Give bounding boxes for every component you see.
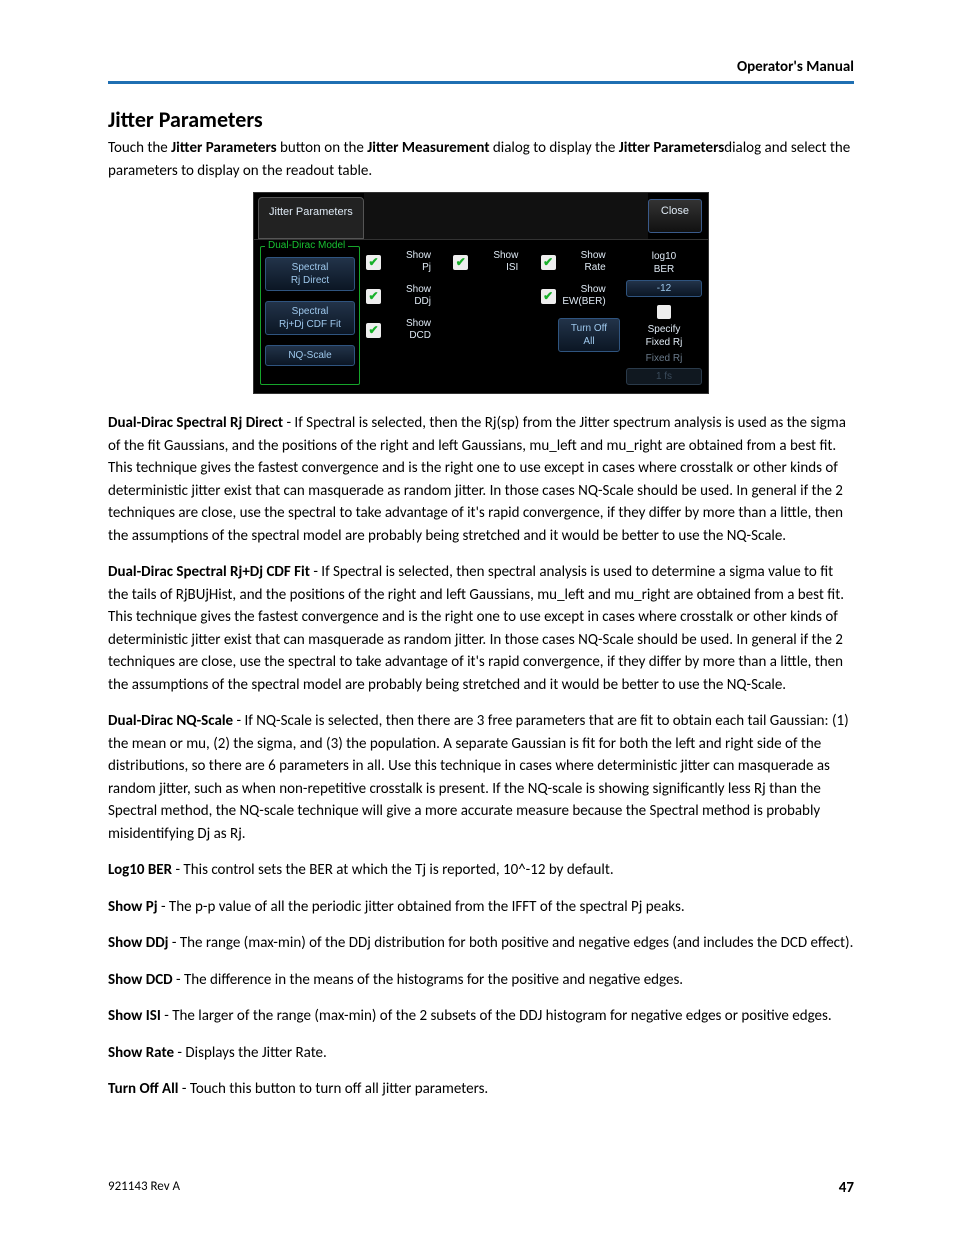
show-dcd-label: ShowDCD [385,318,431,342]
dual-dirac-model-group: Dual-Dirac Model SpectralRj Direct Spect… [260,246,360,385]
log10-ber-value[interactable]: -12 [626,280,702,297]
page-number: 47 [839,1179,854,1197]
intro-paragraph: Touch the Jitter Parameters button on th… [108,137,854,182]
checkmark-icon: ✔ [541,289,556,304]
doc-number: 921143 Rev A [108,1179,180,1197]
para-text: - The larger of the range (max-min) of t… [161,1007,832,1025]
spectral-rj-direct-button[interactable]: SpectralRj Direct [265,257,355,291]
nq-scale-button[interactable]: NQ-Scale [265,345,355,366]
para-text: - If Spectral is selected, then the Rj(s… [108,414,846,545]
para-text: - The range (max-min) of the DDj distrib… [168,934,853,952]
checkmark-icon: ✔ [366,323,381,338]
fixed-rj-label: Fixed Rj [626,353,702,364]
para-text: - This control sets the BER at which the… [172,861,614,879]
show-dcd-checkbox[interactable]: ✔ ShowDCD [366,318,445,342]
intro-bold3: Jitter Parameters [619,139,724,157]
para-heading: Dual-Dirac Spectral Rj Direct [108,414,283,432]
para-heading: Show Pj [108,898,158,916]
intro-text: Touch the [108,139,171,157]
show-isi-label: ShowISI [472,250,518,274]
checkmark-icon: ✔ [366,255,381,270]
para-dual-dirac-nq-scale: Dual-Dirac NQ-Scale - If NQ-Scale is sel… [108,710,854,845]
dialog-screenshot: Jitter Parameters Close Dual-Dirac Model… [108,192,854,394]
para-heading: Log10 BER [108,861,172,879]
para-log10-ber: Log10 BER - This control sets the BER at… [108,859,854,882]
page-footer: 921143 Rev A 47 [108,1179,854,1197]
para-heading: Show DCD [108,971,173,989]
para-show-dcd: Show DCD - The difference in the means o… [108,969,854,992]
para-text: - The p-p value of all the periodic jitt… [158,898,685,916]
intro-bold1: Jitter Parameters [171,139,276,157]
intro-text: button on the [277,139,368,157]
para-dual-dirac-rj-direct: Dual-Dirac Spectral Rj Direct - If Spect… [108,412,854,547]
close-button[interactable]: Close [648,199,702,233]
para-heading: Dual-Dirac Spectral Rj+Dj CDF Fit [108,563,310,581]
para-show-pj: Show Pj - The p-p value of all the perio… [108,896,854,919]
para-text: - Touch this button to turn off all jitt… [178,1080,488,1098]
para-show-rate: Show Rate - Displays the Jitter Rate. [108,1042,854,1065]
intro-bold2: Jitter Measurement [367,139,489,157]
log10-ber-label: log10BER [626,250,702,276]
show-ew-ber-checkbox[interactable]: ✔ ShowEW(BER) [541,284,620,308]
intro-text: dialog to display the [490,139,619,157]
show-pj-label: ShowPj [385,250,431,274]
para-text: - The difference in the means of the his… [173,971,684,989]
show-ddj-checkbox[interactable]: ✔ ShowDDj [366,284,445,308]
specify-fixed-rj-label: SpecifyFixed Rj [626,323,702,349]
checkmark-icon: ✔ [541,255,556,270]
show-ddj-label: ShowDDj [385,284,431,308]
show-rate-checkbox[interactable]: ✔ ShowRate [541,250,620,274]
header-right: Operator's Manual [108,58,854,84]
para-dual-dirac-rj-dj-cdf: Dual-Dirac Spectral Rj+Dj CDF Fit - If S… [108,561,854,696]
dialog-tab[interactable]: Jitter Parameters [258,197,364,239]
para-heading: Show Rate [108,1044,174,1062]
checkmark-icon: ✔ [453,255,468,270]
show-pj-checkbox[interactable]: ✔ ShowPj [366,250,445,274]
para-heading: Turn Off All [108,1080,178,1098]
fixed-rj-value: 1 fs [626,368,702,385]
para-show-ddj: Show DDj - The range (max-min) of the DD… [108,932,854,955]
para-heading: Dual-Dirac NQ-Scale [108,712,233,730]
show-ew-ber-label: ShowEW(BER) [560,284,606,308]
turn-off-all-button[interactable]: Turn OffAll [558,318,620,352]
page-title: Jitter Parameters [108,106,854,133]
specify-fixed-rj-checkbox[interactable] [657,305,671,319]
para-heading: Show DDj [108,934,168,952]
checkmark-icon: ✔ [366,289,381,304]
dialog-titlebar: Jitter Parameters Close [254,193,708,240]
spectral-rj-dj-cdf-fit-button[interactable]: SpectralRj+Dj CDF Fit [265,301,355,335]
show-rate-label: ShowRate [560,250,606,274]
dual-dirac-model-legend: Dual-Dirac Model [265,240,348,251]
para-turn-off-all: Turn Off All - Touch this button to turn… [108,1078,854,1101]
para-text: - Displays the Jitter Rate. [174,1044,327,1062]
para-text: - If NQ-Scale is selected, then there ar… [108,712,849,843]
para-heading: Show ISI [108,1007,161,1025]
para-text: - If Spectral is selected, then spectral… [108,563,844,694]
para-show-isi: Show ISI - The larger of the range (max-… [108,1005,854,1028]
show-isi-checkbox[interactable]: ✔ ShowISI [453,250,532,274]
